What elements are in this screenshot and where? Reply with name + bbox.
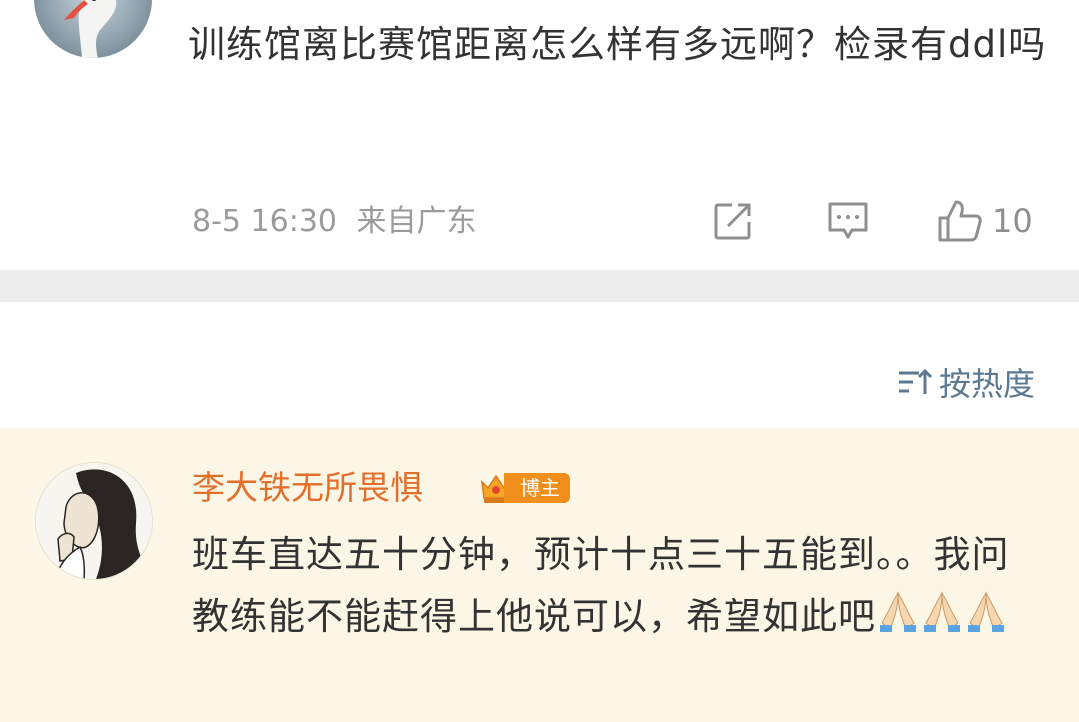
praying-hands-emoji — [876, 589, 1008, 652]
sort-icon — [898, 368, 933, 394]
like-button[interactable]: 10 — [936, 198, 1033, 244]
blogger-badge: 博主 — [478, 470, 570, 506]
sort-bar: 按热度 — [0, 302, 1079, 428]
thumbs-up-icon — [938, 200, 982, 242]
comment-button[interactable] — [826, 198, 872, 244]
swan-avatar-image — [64, 0, 117, 58]
section-divider — [0, 270, 1079, 302]
praying-hands-icon — [880, 591, 1004, 632]
post-text: 训练馆离比赛馆距离怎么样有多远啊？检录有ddl吗 — [188, 23, 1047, 66]
share-icon — [714, 203, 751, 240]
post-time: 8-5 16:30 — [192, 204, 337, 239]
sort-label: 按热度 — [938, 365, 1035, 403]
post-meta: 8-5 16:30 来自广东 — [192, 200, 477, 244]
comment-text: 班车直达五十分钟，预计十点三十五能到。。我问教练能不能赶得上他说可以，希望如此吧 — [192, 524, 1012, 652]
badge-label: 博主 — [504, 473, 570, 503]
post-location: 来自广东 — [356, 204, 477, 239]
sort-by-hot-button[interactable]: 按热度 — [897, 360, 1035, 404]
comment-item: 李大铁无所畏惧 博主 班车直达五十分钟，预计十点三十五能到。。我问教练能不能赶得… — [0, 428, 1079, 722]
post-card: 训练馆离比赛馆距离怎么样有多远啊？检录有ddl吗 8-5 16:30 来自广东 … — [0, 0, 1079, 270]
post-author-avatar[interactable] — [34, 0, 152, 58]
commenter-avatar[interactable] — [36, 463, 152, 579]
share-button[interactable] — [712, 198, 758, 244]
woman-portrait-avatar-image — [36, 463, 152, 579]
like-count: 10 — [992, 202, 1033, 240]
commenter-username[interactable]: 李大铁无所畏惧 — [192, 466, 423, 510]
comment-icon — [828, 202, 868, 239]
